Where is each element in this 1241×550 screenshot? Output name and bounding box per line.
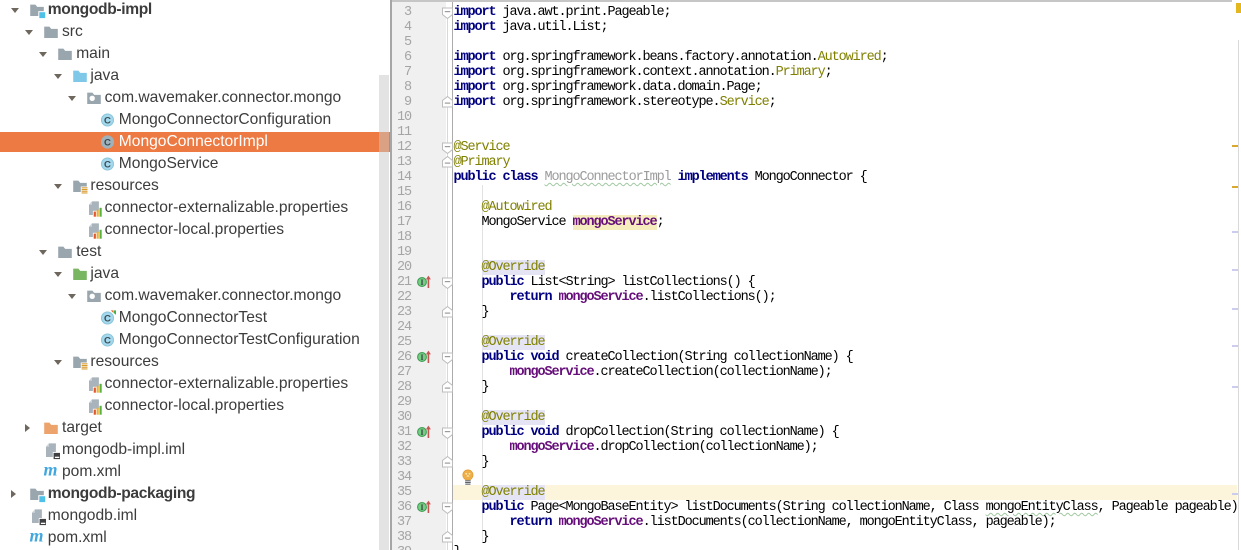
svg-text:C: C [104,336,111,347]
svg-text:m: m [30,530,44,546]
svg-text:C: C [104,138,111,149]
svg-text:C: C [104,160,111,171]
svg-text:C: C [104,116,111,127]
svg-text:m: m [44,464,58,480]
svg-text:C: C [104,314,111,325]
